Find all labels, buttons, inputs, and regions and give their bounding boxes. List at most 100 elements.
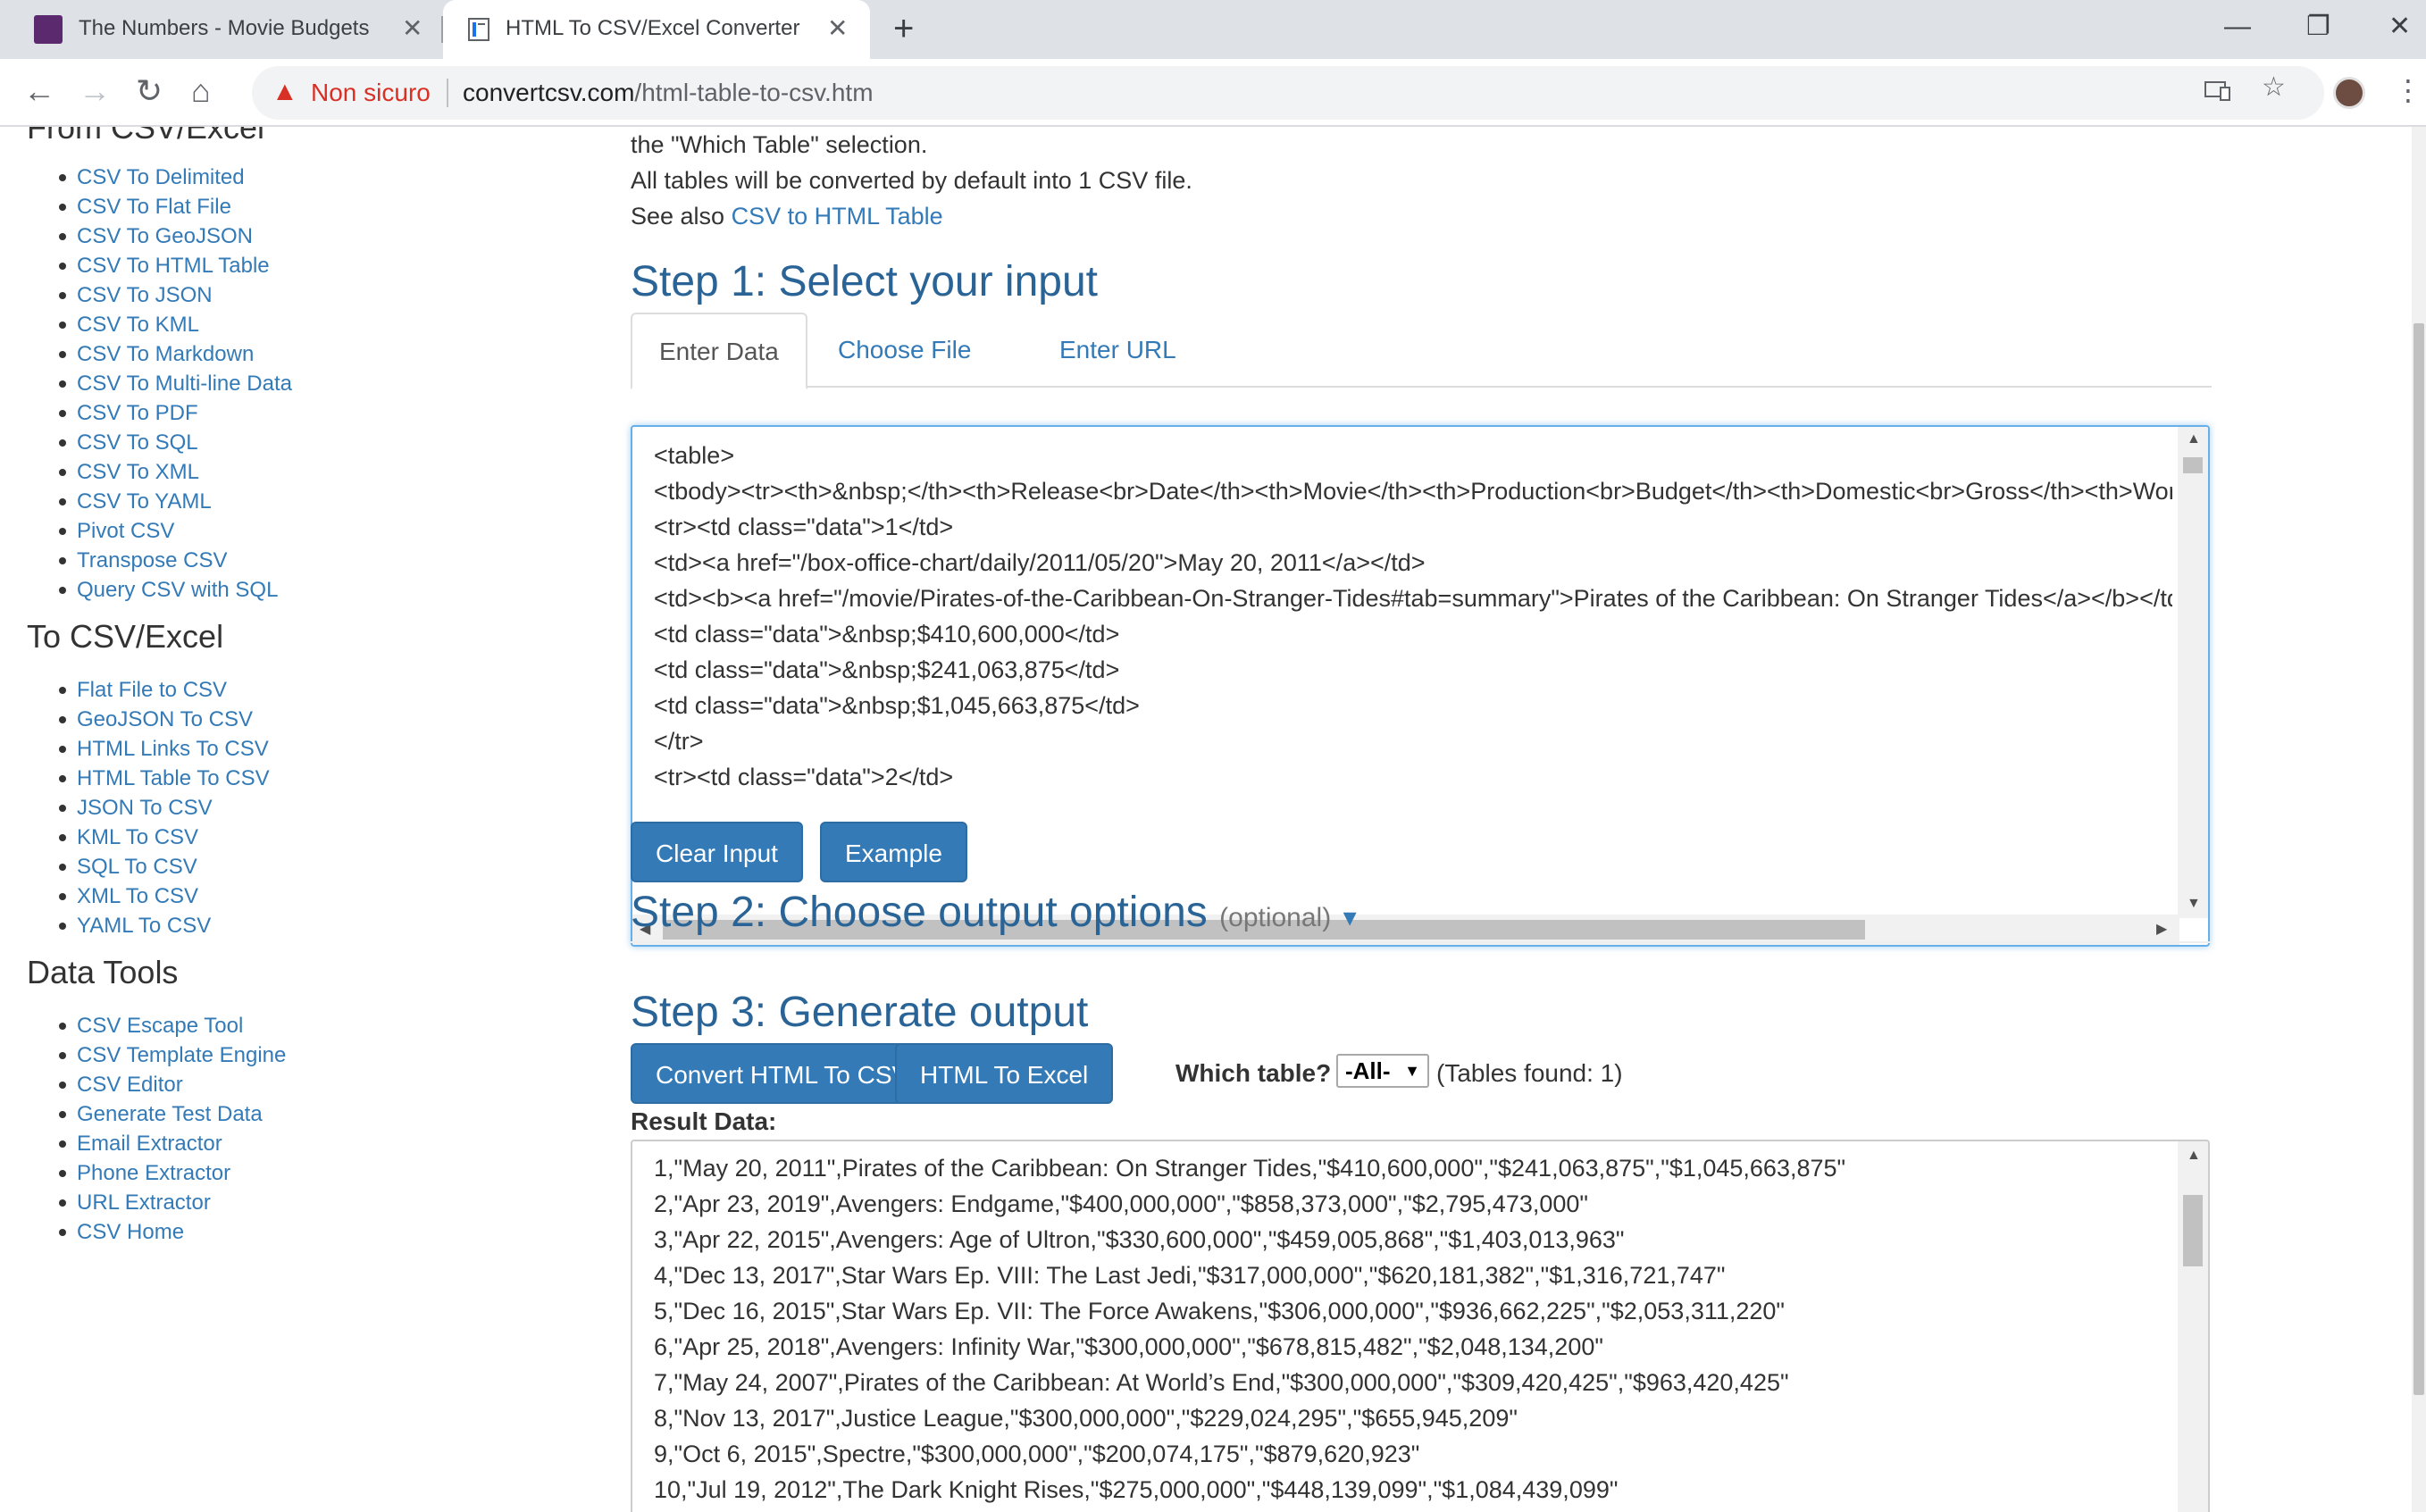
scroll-thumb[interactable] [2183, 1195, 2203, 1266]
tab-enter-url[interactable]: Enter URL [1033, 313, 1203, 388]
bookmark-star-icon[interactable]: ☆ [2262, 71, 2286, 103]
tab-strip: The Numbers - Movie Budgets ✕ HTML To CS… [0, 0, 2426, 59]
sidebar-link[interactable]: CSV To GeoJSON [59, 221, 292, 251]
clear-input-button[interactable]: Clear Input [631, 822, 803, 882]
result-csv-line: 7,"May 24, 2007",Pirates of the Caribbea… [654, 1369, 1789, 1396]
close-tab-icon[interactable]: ✕ [827, 14, 848, 43]
sidebar-link[interactable]: CSV To Flat File [59, 192, 292, 221]
sidebar-link[interactable]: CSV To JSON [59, 280, 292, 310]
sidebar-link[interactable]: CSV To KML [59, 310, 292, 339]
sidebar-link[interactable]: CSV To Delimited [59, 163, 292, 192]
sidebar-link[interactable]: KML To CSV [59, 823, 270, 852]
minimize-icon[interactable]: — [2224, 9, 2251, 45]
scroll-thumb[interactable] [2183, 457, 2203, 473]
browser-menu-icon[interactable]: ⋮ [2394, 73, 2422, 107]
result-csv-line: 3,"Apr 22, 2015",Avengers: Age of Ultron… [654, 1226, 1625, 1253]
step2-heading[interactable]: Step 2: Choose output options (optional)… [631, 888, 1357, 937]
sidebar-link[interactable]: XML To CSV [59, 881, 270, 911]
convert-html-to-csv-button[interactable]: Convert HTML To CSV [631, 1043, 934, 1104]
sidebar-link[interactable]: CSV To PDF [59, 398, 292, 428]
sidebar-link[interactable]: CSV To XML [59, 457, 292, 487]
sidebar-link[interactable]: CSV To HTML Table [59, 251, 292, 280]
result-csv-line: 5,"Dec 16, 2015",Star Wars Ep. VII: The … [654, 1298, 1786, 1324]
reload-icon[interactable]: ↻ [136, 71, 163, 111]
tab-choose-file[interactable]: Choose File [811, 313, 998, 388]
sidebar-link[interactable]: Phone Extractor [58, 1158, 286, 1188]
sidebar-link[interactable]: GeoJSON To CSV [59, 705, 270, 734]
page-scroll-thumb[interactable] [2413, 323, 2424, 1395]
csv-to-html-link[interactable]: CSV to HTML Table [732, 203, 943, 230]
url-text[interactable]: convertcsv.com/html-table-to-csv.htm [463, 79, 874, 107]
result-csv-line: 1,"May 20, 2011",Pirates of the Caribbea… [654, 1155, 1846, 1182]
sidebar-link[interactable]: Transpose CSV [59, 546, 292, 575]
scroll-up-icon[interactable]: ▲ [2187, 1149, 2201, 1163]
intro-line: See also CSV to HTML Table [631, 203, 943, 230]
sidebar-link[interactable]: CSV To YAML [59, 487, 292, 516]
install-app-icon[interactable] [2204, 79, 2231, 109]
security-label[interactable]: Non sicuro [311, 79, 431, 107]
input-vertical-scrollbar[interactable]: ▲ ▼ [2178, 427, 2208, 918]
input-code-line: <td><a href="/box-office-chart/daily/201… [654, 549, 1426, 576]
warning-icon: ▲ [272, 77, 298, 106]
intro-line: the "Which Table" selection. [631, 131, 928, 158]
result-csv-line: 10,"Jul 19, 2012",The Dark Knight Rises,… [654, 1476, 1619, 1503]
intro-text: the "Which Table" selection. All tables … [631, 127, 2149, 234]
sidebar-link[interactable]: CSV Template Engine [58, 1040, 286, 1070]
restore-icon[interactable]: ❐ [2306, 9, 2330, 45]
close-window-icon[interactable]: ✕ [2388, 9, 2411, 45]
which-table-select[interactable]: -All- ▼ [1336, 1054, 1429, 1088]
sidebar-link[interactable]: HTML Table To CSV [59, 764, 270, 793]
sidebar-link[interactable]: CSV To Multi-line Data [59, 369, 292, 398]
sidebar-link[interactable]: YAML To CSV [59, 911, 270, 940]
sidebar-link[interactable]: CSV Editor [58, 1070, 286, 1099]
sidebar-link[interactable]: CSV Home [58, 1217, 286, 1247]
sidebar-link[interactable]: SQL To CSV [59, 852, 270, 881]
step1-heading: Step 1: Select your input [631, 258, 1098, 305]
address-bar[interactable]: ▲ Non sicuro convertcsv.com/html-table-t… [252, 66, 2324, 120]
profile-avatar[interactable] [2333, 77, 2365, 109]
divider [631, 941, 2212, 943]
input-code-line: <td class="data">&nbsp;$1,045,663,875</t… [654, 692, 1140, 719]
example-button[interactable]: Example [820, 822, 967, 882]
result-vertical-scrollbar[interactable]: ▲ [2178, 1141, 2208, 1512]
tab-enter-data[interactable]: Enter Data [631, 313, 807, 389]
browser-tab-converter[interactable]: HTML To CSV/Excel Converter ✕ [443, 0, 870, 59]
home-icon[interactable]: ⌂ [191, 71, 211, 111]
result-csv-line: 2,"Apr 23, 2019",Avengers: Endgame,"$400… [654, 1190, 1588, 1217]
scroll-up-icon[interactable]: ▲ [2187, 432, 2201, 447]
result-data-textarea[interactable]: 1,"May 20, 2011",Pirates of the Caribbea… [631, 1140, 2210, 1512]
browser-toolbar: ← → ↻ ⌂ ▲ Non sicuro convertcsv.com/html… [0, 59, 2426, 127]
chevron-down-icon[interactable]: ▾ [1343, 903, 1357, 932]
page-scrollbar[interactable] [2412, 127, 2426, 1512]
sidebar-list-data-tools: CSV Escape Tool CSV Template Engine CSV Ed… [58, 1011, 286, 1247]
sidebar-heading: To CSV/Excel [27, 618, 224, 655]
sidebar-link[interactable]: CSV Escape Tool [58, 1011, 286, 1040]
close-tab-icon[interactable]: ✕ [402, 14, 422, 43]
input-code-line: <td class="data">&nbsp;$241,063,875</td> [654, 656, 1120, 683]
input-lines: <table> <tbody><tr><th>&nbsp;</th><th>Rel… [654, 438, 2172, 795]
forward-arrow-icon[interactable]: → [79, 71, 111, 111]
tables-found-text: (Tables found: 1) [1436, 1059, 1623, 1087]
scroll-right-icon[interactable]: ▶ [2156, 923, 2167, 937]
page-content: From CSV/Excel CSV To Delimited CSV To Fl… [0, 127, 2426, 1512]
sidebar-link[interactable]: Generate Test Data [58, 1099, 286, 1129]
sidebar-link[interactable]: Query CSV with SQL [59, 575, 292, 605]
sidebar-link[interactable]: JSON To CSV [59, 793, 270, 823]
which-table-label: Which table? [1175, 1059, 1332, 1087]
scroll-down-icon[interactable]: ▼ [2187, 897, 2201, 911]
optional-label: (optional) [1219, 903, 1332, 932]
sidebar-link[interactable]: Pivot CSV [59, 516, 292, 546]
back-arrow-icon[interactable]: ← [23, 71, 55, 111]
sidebar-link[interactable]: HTML Links To CSV [59, 734, 270, 764]
input-code-line: <table> [654, 442, 735, 469]
browser-tab-movie-budgets[interactable]: The Numbers - Movie Budgets ✕ [0, 0, 441, 59]
sidebar-link[interactable]: URL Extractor [58, 1188, 286, 1217]
sidebar-link[interactable]: CSV To Markdown [59, 339, 292, 369]
sidebar-link[interactable]: CSV To SQL [59, 428, 292, 457]
html-to-excel-button[interactable]: HTML To Excel [895, 1043, 1114, 1104]
sidebar-heading: From CSV/Excel [27, 127, 265, 146]
input-code-line: <tr><td class="data">2</td> [654, 764, 954, 790]
new-tab-button[interactable]: + [893, 11, 914, 46]
sidebar-link[interactable]: Flat File to CSV [59, 675, 270, 705]
sidebar-link[interactable]: Email Extractor [58, 1129, 286, 1158]
